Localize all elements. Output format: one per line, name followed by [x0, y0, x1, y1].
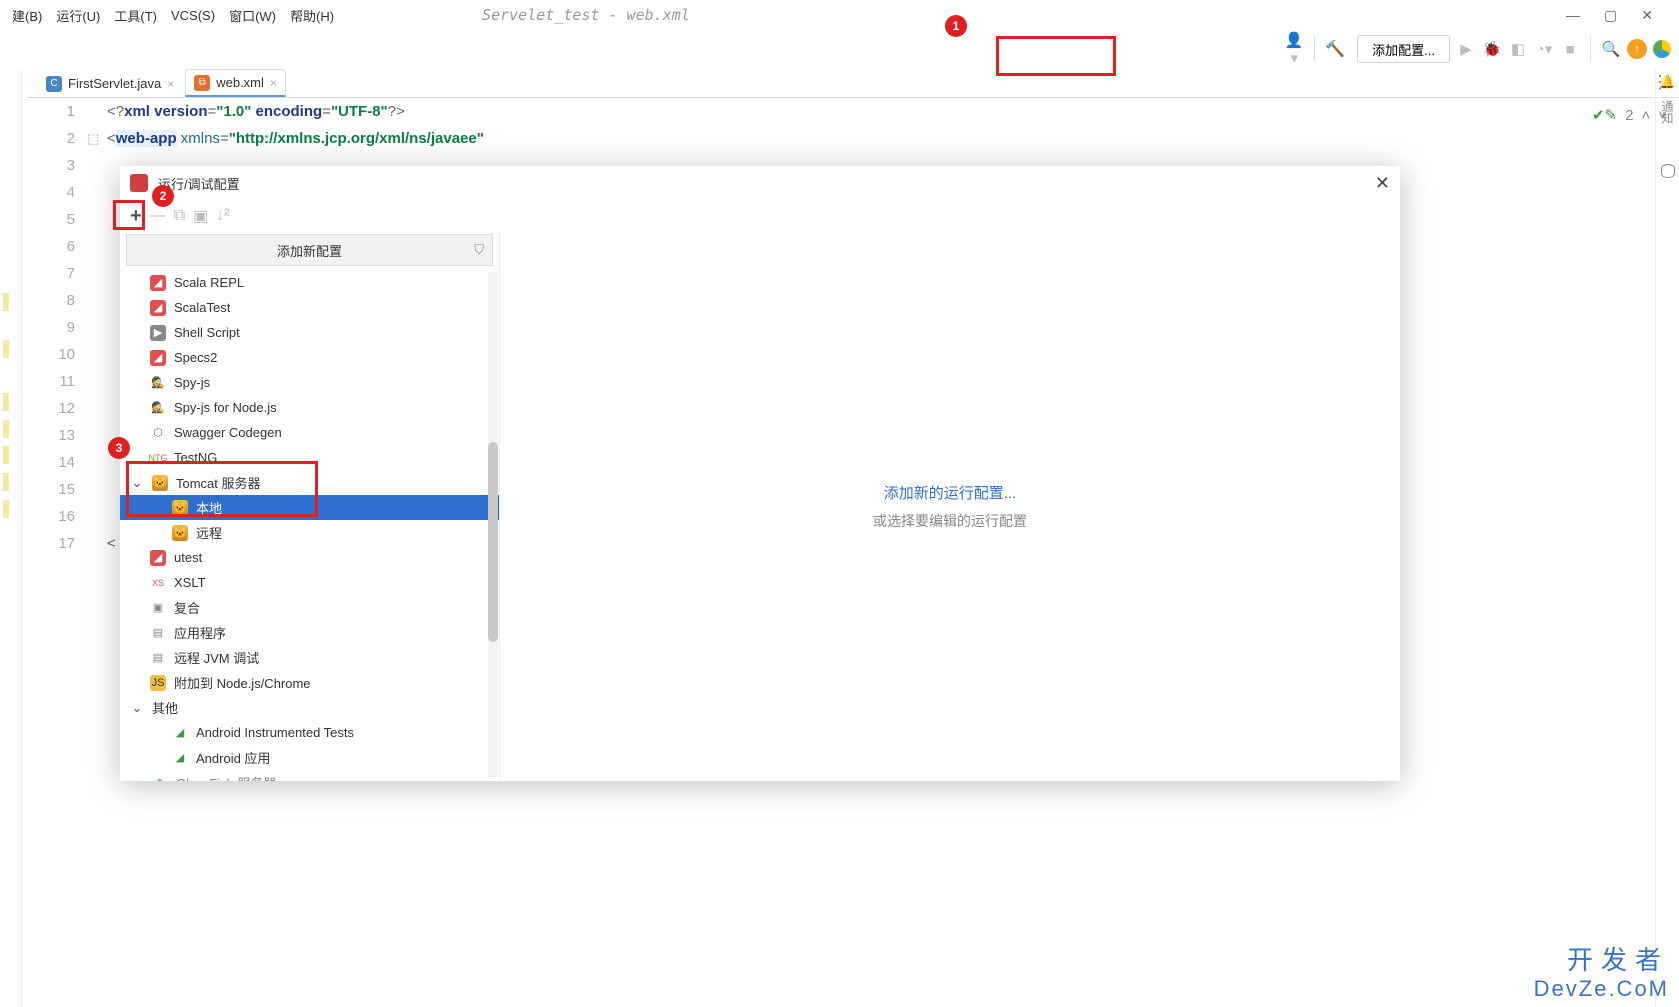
config-type-panel: 添加新配置 ⛉ ◢Scala REPL ◢ScalaTest ▶Shell Sc… [120, 232, 500, 781]
bell-icon[interactable]: 🔔 [1659, 74, 1675, 90]
editor-tabs: C FirstServlet.java × ⧉ web.xml × ⋮ [27, 68, 1679, 98]
add-config-icon[interactable]: + [130, 205, 142, 228]
menu-build[interactable]: 建(B) [6, 4, 48, 27]
tree-tomcat-remote[interactable]: 🐱远程 [120, 520, 499, 545]
save-config-icon[interactable]: ▣ [193, 206, 208, 226]
xml-file-icon: ⧉ [194, 75, 210, 91]
menu-tools[interactable]: 工具(T) [108, 4, 163, 27]
database-icon[interactable] [1661, 164, 1675, 178]
filter-icon[interactable]: ⛉ [474, 242, 484, 258]
tab-label: FirstServlet.java [68, 76, 161, 91]
tree-attach-node[interactable]: JS附加到 Node.js/Chrome [120, 670, 499, 695]
callout-1: 1 [945, 15, 967, 37]
tree-testng[interactable]: NTGTestNG [120, 445, 499, 470]
close-tab-icon[interactable]: × [167, 77, 174, 91]
tree-other[interactable]: ⌄其他 [120, 695, 499, 720]
minimize-icon[interactable]: — [1566, 7, 1580, 24]
tree-remote-jvm[interactable]: ▤远程 JVM 调试 [120, 645, 499, 670]
tree-android-app[interactable]: ◢Android 应用 [120, 745, 499, 770]
editor-gutter: ⬚ [87, 98, 107, 557]
dialog-empty-panel: 添加新的运行配置... 或选择要编辑的运行配置 [500, 232, 1400, 781]
tab-label: web.xml [216, 75, 264, 90]
sort-config-icon[interactable]: ↓² [216, 207, 229, 225]
tree-scala-repl[interactable]: ◢Scala REPL [120, 270, 499, 295]
tree-android-instr[interactable]: ◢Android Instrumented Tests [120, 720, 499, 745]
menu-help[interactable]: 帮助(H) [284, 4, 340, 27]
tree-spyjs-node[interactable]: 🕵Spy-js for Node.js [120, 395, 499, 420]
callout-3: 3 [108, 437, 130, 459]
menu-run[interactable]: 运行(U) [50, 4, 106, 27]
tree-swagger[interactable]: ⬡Swagger Codegen [120, 420, 499, 445]
close-window-icon[interactable]: ✕ [1641, 7, 1653, 24]
tree-tomcat[interactable]: ⌄🐱Tomcat 服务器 [120, 470, 499, 495]
close-dialog-icon[interactable]: ✕ [1375, 173, 1390, 194]
tree-utest[interactable]: ◢utest [120, 545, 499, 570]
tree-shell[interactable]: ▶Shell Script [120, 320, 499, 345]
tab-webxml[interactable]: ⧉ web.xml × [185, 69, 286, 97]
tree-spyjs[interactable]: 🕵Spy-js [120, 370, 499, 395]
notifications-label[interactable]: 通知 [1659, 100, 1676, 124]
debug-icon[interactable]: 🐞 [1482, 40, 1502, 58]
close-tab-icon[interactable]: × [270, 76, 277, 90]
chevron-up-icon[interactable]: ˄ [1641, 102, 1650, 129]
maximize-icon[interactable]: ▢ [1604, 7, 1617, 24]
jetbrains-icon[interactable] [1653, 40, 1671, 58]
empty-panel-hint: 或选择要编辑的运行配置 [873, 511, 1027, 531]
add-new-config-header: 添加新配置 ⛉ [126, 234, 493, 266]
tomcat-icon: 🐱 [152, 475, 168, 491]
check-icon: ✔✎ [1592, 102, 1617, 129]
tomcat-icon: 🐱 [172, 500, 188, 516]
add-config-button[interactable]: 添加配置... [1357, 35, 1450, 63]
menu-vcs[interactable]: VCS(S) [165, 6, 221, 25]
tree-glassfish[interactable]: ⌄🐟GlassFish 服务器 [120, 770, 499, 781]
intellij-icon [130, 174, 148, 192]
left-tool-strip [0, 68, 22, 1007]
tab-firstservlet[interactable]: C FirstServlet.java × [37, 69, 183, 97]
tree-scrollbar[interactable] [488, 272, 498, 777]
main-toolbar: 👤▾ 🔨 添加配置... ▶ 🐞 ◧ ◔▾ ■ 🔍 ↑ [0, 30, 1679, 68]
tree-xslt[interactable]: XSXSLT [120, 570, 499, 595]
right-tool-strip: 🔔 通知 [1655, 68, 1679, 1007]
stop-icon[interactable]: ■ [1560, 41, 1580, 58]
chevron-down-icon: ⌄ [130, 475, 144, 491]
class-file-icon: C [46, 76, 62, 92]
build-icon[interactable]: 🔨 [1325, 39, 1345, 59]
menu-window[interactable]: 窗口(W) [223, 4, 282, 27]
coverage-icon[interactable]: ◧ [1508, 40, 1528, 58]
copy-config-icon[interactable]: ⧉ [174, 207, 185, 225]
line-numbers: 123 456 789 101112 131415 1617 [27, 98, 87, 557]
tree-specs2[interactable]: ◢Specs2 [120, 345, 499, 370]
config-tree: ◢Scala REPL ◢ScalaTest ▶Shell Script ◢Sp… [120, 268, 499, 781]
remove-config-icon[interactable]: — [150, 207, 166, 225]
dialog-toolbar: + — ⧉ ▣ ↓² [120, 200, 1400, 232]
profiler-icon[interactable]: ◔▾ [1534, 40, 1554, 58]
run-debug-dialog: 运行/调试配置 ✕ + — ⧉ ▣ ↓² 添加新配置 ⛉ ◢Scala REPL… [120, 166, 1400, 781]
menu-bar: 建(B) 运行(U) 工具(T) VCS(S) 窗口(W) 帮助(H) Serv… [0, 0, 1679, 30]
user-icon[interactable]: 👤▾ [1284, 31, 1304, 67]
callout-2: 2 [152, 185, 174, 207]
update-icon[interactable]: ↑ [1627, 39, 1647, 59]
chevron-down-icon: ⌄ [130, 700, 144, 716]
tree-tomcat-local[interactable]: 🐱本地 [120, 495, 499, 520]
tree-compound[interactable]: ▣复合 [120, 595, 499, 620]
search-icon[interactable]: 🔍 [1601, 40, 1621, 58]
run-icon[interactable]: ▶ [1456, 40, 1476, 58]
dialog-titlebar: 运行/调试配置 ✕ [120, 166, 1400, 200]
tree-application[interactable]: ▤应用程序 [120, 620, 499, 645]
tomcat-icon: 🐱 [172, 525, 188, 541]
watermark: 开发者 DevZe.CoM [1534, 946, 1669, 1001]
add-new-run-config-link[interactable]: 添加新的运行配置... [884, 482, 1017, 503]
tree-scalatest[interactable]: ◢ScalaTest [120, 295, 499, 320]
